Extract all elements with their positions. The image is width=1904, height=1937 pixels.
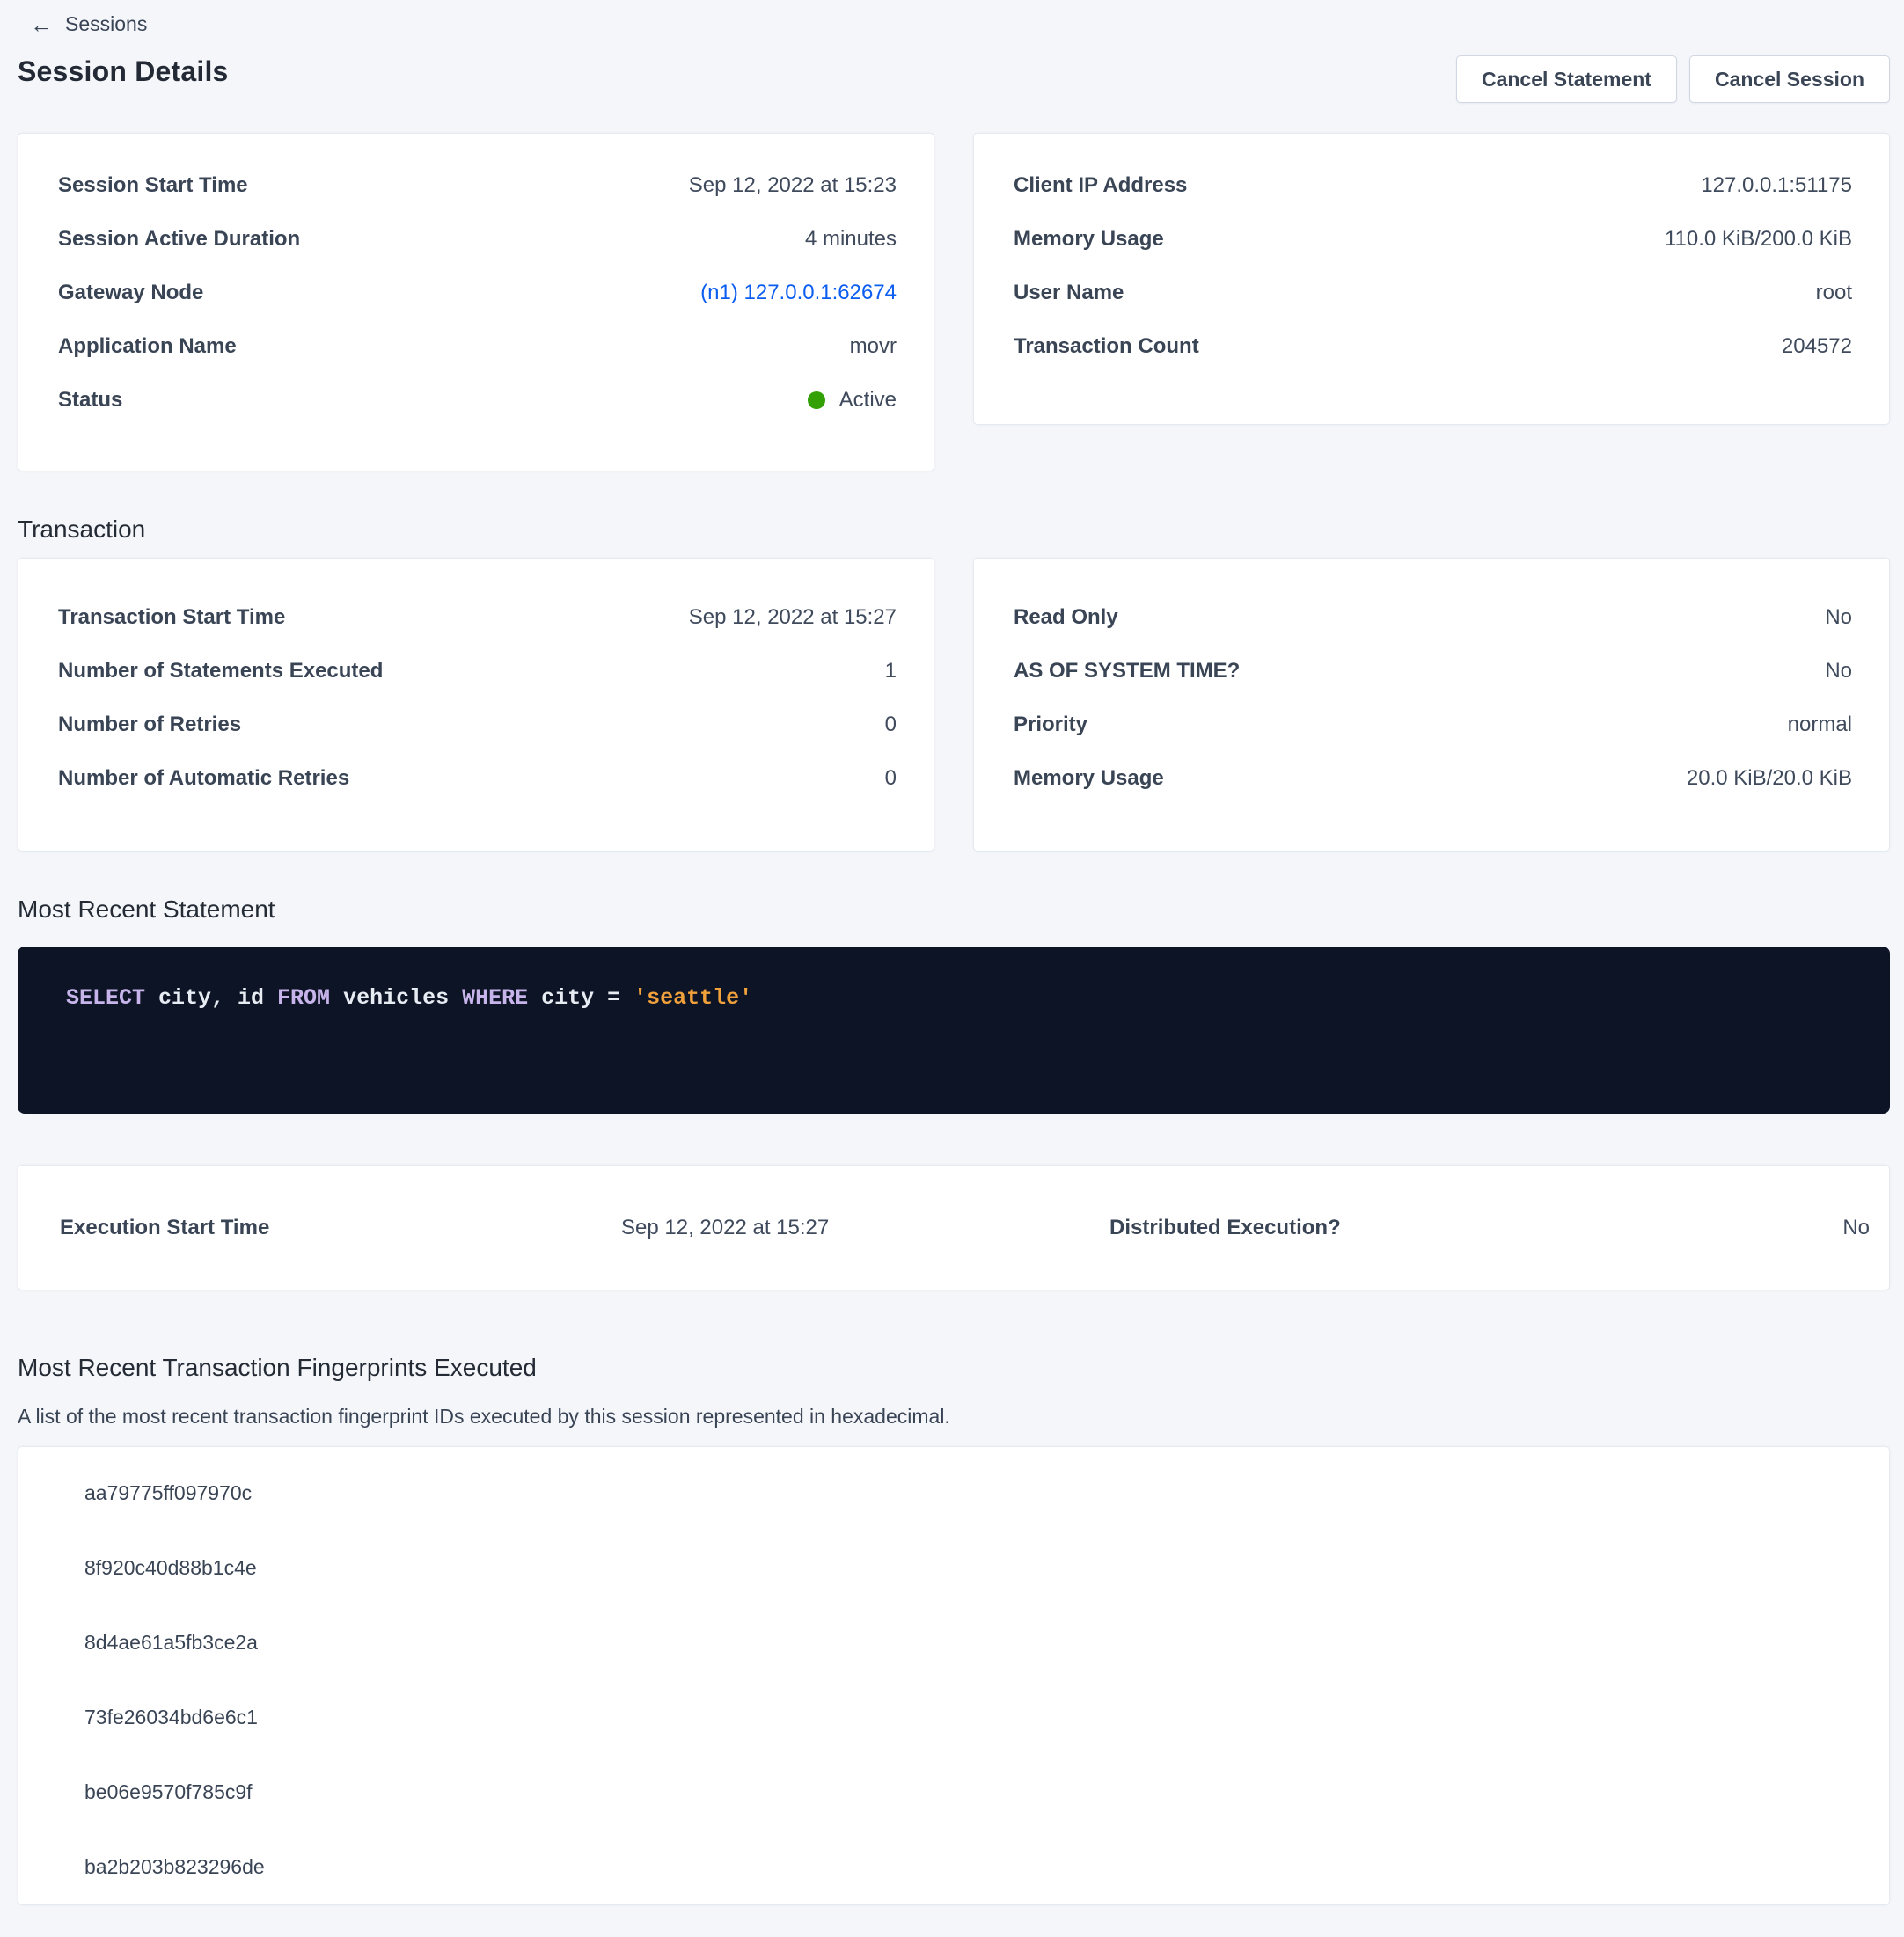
sql-token: vehicles xyxy=(330,985,462,1011)
fingerprint-item: 73fe26034bd6e6c1 xyxy=(84,1680,1849,1755)
detail-label: User Name xyxy=(1014,281,1124,305)
execution-start-pair: Execution Start Time Sep 12, 2022 at 15:… xyxy=(60,1216,829,1240)
detail-label: Memory Usage xyxy=(1014,227,1164,252)
session-details-page: ← Sessions Session Details Cancel Statem… xyxy=(0,0,1904,1937)
sql-token: WHERE xyxy=(462,985,528,1011)
detail-value: 204572 xyxy=(1782,334,1852,359)
fingerprint-item: 8d4ae61a5fb3ce2a xyxy=(84,1605,1849,1680)
back-link[interactable]: ← Sessions xyxy=(18,7,1890,36)
detail-value: 1 xyxy=(885,659,897,683)
detail-row: User Name root xyxy=(1014,266,1852,319)
fingerprints-description: A list of the most recent transaction fi… xyxy=(18,1405,1890,1429)
detail-label: Session Active Duration xyxy=(58,227,300,252)
distributed-execution-label: Distributed Execution? xyxy=(1109,1216,1341,1240)
detail-value: Sep 12, 2022 at 15:27 xyxy=(689,605,897,630)
detail-value: movr xyxy=(850,334,897,359)
distributed-execution-value: No xyxy=(1842,1216,1870,1240)
detail-label: Transaction Start Time xyxy=(58,605,285,630)
detail-value: 0 xyxy=(885,766,897,791)
session-card-left: Session Start Time Sep 12, 2022 at 15:23… xyxy=(18,133,934,471)
detail-value: No xyxy=(1825,659,1852,683)
fingerprints-card: aa79775ff097970c 8f920c40d88b1c4e 8d4ae6… xyxy=(18,1446,1890,1905)
fingerprint-item: ba2b203b823296de xyxy=(84,1830,1849,1904)
arrow-left-icon: ← xyxy=(30,13,53,36)
header-buttons: Cancel Statement Cancel Session xyxy=(1456,55,1890,103)
statement-heading: Most Recent Statement xyxy=(18,895,1890,924)
sql-statement: SELECT city, id FROM vehicles WHERE city… xyxy=(66,985,1842,1011)
detail-row: Memory Usage 20.0 KiB/20.0 KiB xyxy=(1014,751,1852,805)
detail-row: Priority normal xyxy=(1014,698,1852,751)
transaction-card-right: Read Only No AS OF SYSTEM TIME? No Prior… xyxy=(973,558,1890,852)
detail-row: Session Start Time Sep 12, 2022 at 15:23 xyxy=(58,158,897,212)
fingerprint-item: 8f920c40d88b1c4e xyxy=(84,1531,1849,1605)
detail-row: Number of Automatic Retries 0 xyxy=(58,751,897,805)
detail-label: Number of Retries xyxy=(58,713,241,737)
sql-token: city, id xyxy=(145,985,277,1011)
sql-token: 'seattle' xyxy=(633,985,752,1011)
detail-value: 0 xyxy=(885,713,897,737)
detail-label: AS OF SYSTEM TIME? xyxy=(1014,659,1240,683)
detail-row: Status Active xyxy=(58,373,897,427)
detail-label: Client IP Address xyxy=(1014,173,1187,198)
detail-label: Read Only xyxy=(1014,605,1118,630)
gateway-node-link[interactable]: (n1) 127.0.0.1:62674 xyxy=(700,281,897,305)
detail-value: 20.0 KiB/20.0 KiB xyxy=(1687,766,1852,791)
detail-label: Session Start Time xyxy=(58,173,248,198)
detail-row: Memory Usage 110.0 KiB/200.0 KiB xyxy=(1014,212,1852,266)
status-dot-icon xyxy=(808,391,825,409)
detail-row: AS OF SYSTEM TIME? No xyxy=(1014,644,1852,698)
detail-label: Memory Usage xyxy=(1014,766,1164,791)
transaction-card-left: Transaction Start Time Sep 12, 2022 at 1… xyxy=(18,558,934,852)
transaction-section: Transaction Start Time Sep 12, 2022 at 1… xyxy=(18,558,1890,852)
detail-value: No xyxy=(1825,605,1852,630)
detail-row: Gateway Node (n1) 127.0.0.1:62674 xyxy=(58,266,897,319)
detail-row: Read Only No xyxy=(1014,590,1852,644)
fingerprints-heading: Most Recent Transaction Fingerprints Exe… xyxy=(18,1354,1890,1382)
detail-value: root xyxy=(1816,281,1852,305)
page-title: Session Details xyxy=(18,55,229,88)
execution-start-time-label: Execution Start Time xyxy=(60,1216,269,1240)
detail-label: Transaction Count xyxy=(1014,334,1199,359)
sql-token: SELECT xyxy=(66,985,145,1011)
detail-value: normal xyxy=(1788,713,1852,737)
session-card-right: Client IP Address 127.0.0.1:51175 Memory… xyxy=(973,133,1890,425)
fingerprint-item: aa79775ff097970c xyxy=(84,1456,1849,1531)
sql-token: city = xyxy=(528,985,633,1011)
cancel-statement-button[interactable]: Cancel Statement xyxy=(1456,55,1677,103)
sql-code-block: SELECT city, id FROM vehicles WHERE city… xyxy=(18,947,1890,1114)
detail-label: Status xyxy=(58,388,122,413)
detail-row: Transaction Start Time Sep 12, 2022 at 1… xyxy=(58,590,897,644)
status-badge: Active xyxy=(808,388,897,413)
status-text: Active xyxy=(839,388,897,413)
detail-row: Application Name movr xyxy=(58,319,897,373)
detail-label: Priority xyxy=(1014,713,1087,737)
detail-label: Gateway Node xyxy=(58,281,203,305)
detail-value: 127.0.0.1:51175 xyxy=(1701,173,1852,198)
back-label: Sessions xyxy=(65,12,147,36)
detail-value: Sep 12, 2022 at 15:23 xyxy=(689,173,897,198)
transaction-heading: Transaction xyxy=(18,515,1890,544)
detail-row: Number of Statements Executed 1 xyxy=(58,644,897,698)
cancel-session-button[interactable]: Cancel Session xyxy=(1689,55,1890,103)
detail-row: Transaction Count 204572 xyxy=(1014,319,1852,373)
detail-value: 4 minutes xyxy=(805,227,897,252)
detail-value: 110.0 KiB/200.0 KiB xyxy=(1665,227,1852,252)
execution-card: Execution Start Time Sep 12, 2022 at 15:… xyxy=(18,1165,1890,1290)
execution-start-time-value: Sep 12, 2022 at 15:27 xyxy=(621,1216,829,1240)
sql-token: FROM xyxy=(277,985,330,1011)
detail-label: Number of Automatic Retries xyxy=(58,766,349,791)
detail-label: Number of Statements Executed xyxy=(58,659,383,683)
detail-row: Session Active Duration 4 minutes xyxy=(58,212,897,266)
distributed-execution-pair: Distributed Execution? No xyxy=(1109,1216,1870,1240)
page-header: Session Details Cancel Statement Cancel … xyxy=(18,55,1890,103)
detail-row: Client IP Address 127.0.0.1:51175 xyxy=(1014,158,1852,212)
fingerprint-item: be06e9570f785c9f xyxy=(84,1755,1849,1830)
detail-label: Application Name xyxy=(58,334,237,359)
session-overview-section: Session Start Time Sep 12, 2022 at 15:23… xyxy=(18,103,1890,471)
detail-row: Number of Retries 0 xyxy=(58,698,897,751)
